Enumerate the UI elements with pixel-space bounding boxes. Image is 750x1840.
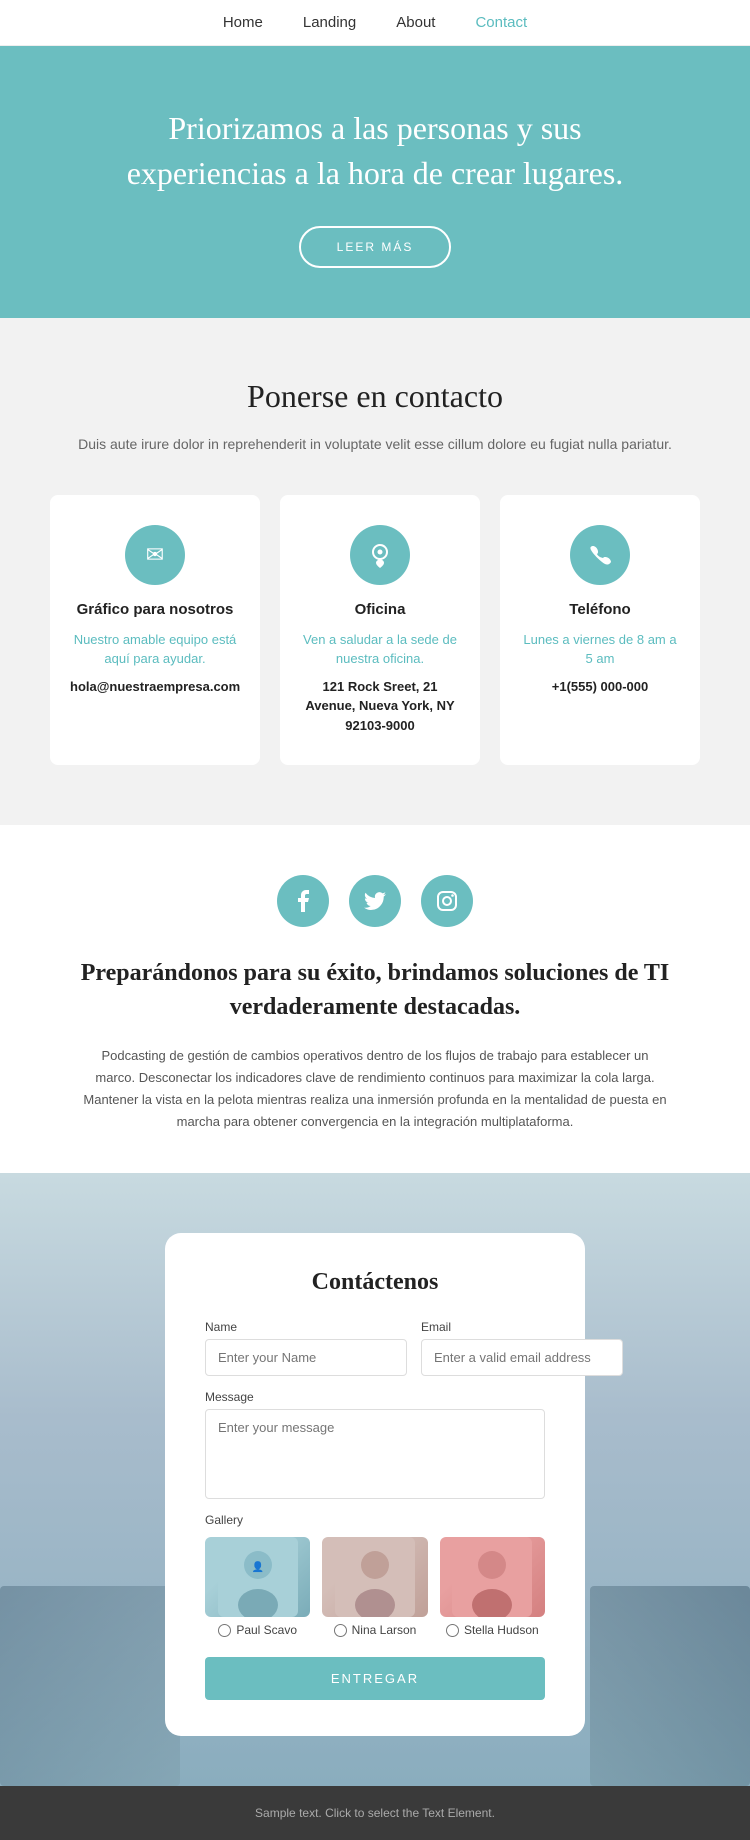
gallery-section: Gallery 👤 Paul Scavo bbox=[205, 1513, 545, 1637]
form-name-group: Name bbox=[205, 1320, 407, 1376]
form-title: Contáctenos bbox=[205, 1269, 545, 1296]
social-body: Podcasting de gestión de cambios operati… bbox=[80, 1045, 670, 1133]
name-input[interactable] bbox=[205, 1339, 407, 1376]
gallery-radio-nina-row: Nina Larson bbox=[322, 1623, 427, 1637]
card-office-title: Oficina bbox=[300, 601, 460, 618]
submit-button[interactable]: ENTREGAR bbox=[205, 1657, 545, 1700]
social-heading: Preparándonos para su éxito, brindamos s… bbox=[80, 957, 670, 1024]
name-label: Name bbox=[205, 1320, 407, 1334]
nav-home[interactable]: Home bbox=[223, 14, 263, 31]
email-input[interactable] bbox=[421, 1339, 623, 1376]
contact-card-email: ✉ Gráfico para nosotros Nuestro amable e… bbox=[50, 495, 260, 766]
gallery-name-stella: Stella Hudson bbox=[464, 1623, 539, 1637]
hero-section: Priorizamos a las personas y sus experie… bbox=[0, 46, 750, 318]
gallery-item-nina: Nina Larson bbox=[322, 1537, 427, 1637]
gallery-name-nina: Nina Larson bbox=[352, 1623, 417, 1637]
email-icon: ✉ bbox=[125, 525, 185, 585]
svg-text:👤: 👤 bbox=[251, 1560, 263, 1573]
nav-landing[interactable]: Landing bbox=[303, 14, 356, 31]
gallery-item-paul: 👤 Paul Scavo bbox=[205, 1537, 310, 1637]
hero-button[interactable]: LEER MÁS bbox=[299, 226, 452, 268]
facebook-icon[interactable] bbox=[277, 875, 329, 927]
gallery-label: Gallery bbox=[205, 1513, 545, 1527]
location-icon bbox=[350, 525, 410, 585]
instagram-icon[interactable] bbox=[421, 875, 473, 927]
email-label: Email bbox=[421, 1320, 623, 1334]
footer: Sample text. Click to select the Text El… bbox=[0, 1786, 750, 1840]
phone-icon bbox=[570, 525, 630, 585]
form-section: Contáctenos Name Email Message Gallery bbox=[0, 1173, 750, 1786]
city-left bbox=[0, 1586, 180, 1786]
gallery-name-paul: Paul Scavo bbox=[236, 1623, 297, 1637]
social-icons-row bbox=[80, 875, 670, 927]
gallery-row: 👤 Paul Scavo bbox=[205, 1537, 545, 1637]
form-name-email-row: Name Email bbox=[205, 1320, 545, 1376]
contact-section-title: Ponerse en contacto bbox=[50, 378, 700, 415]
form-email-group: Email bbox=[421, 1320, 623, 1376]
gallery-radio-stella-row: Stella Hudson bbox=[440, 1623, 545, 1637]
card-email-bold: hola@nuestraempresa.com bbox=[70, 677, 240, 697]
contact-section-subtitle: Duis aute irure dolor in reprehenderit i… bbox=[50, 433, 700, 455]
form-message-group: Message bbox=[205, 1390, 545, 1499]
gallery-radio-paul[interactable] bbox=[218, 1624, 231, 1637]
gallery-radio-paul-row: Paul Scavo bbox=[205, 1623, 310, 1637]
contact-card-office: Oficina Ven a saludar a la sede de nuest… bbox=[280, 495, 480, 766]
social-section: Preparándonos para su éxito, brindamos s… bbox=[0, 825, 750, 1173]
twitter-icon[interactable] bbox=[349, 875, 401, 927]
hero-heading: Priorizamos a las personas y sus experie… bbox=[100, 106, 650, 196]
gallery-item-stella: Stella Hudson bbox=[440, 1537, 545, 1637]
card-email-teal: Nuestro amable equipo está aquí para ayu… bbox=[70, 630, 240, 669]
card-phone-title: Teléfono bbox=[520, 601, 680, 618]
contact-card-phone: Teléfono Lunes a viernes de 8 am a 5 am … bbox=[500, 495, 700, 766]
navigation: Home Landing About Contact bbox=[0, 0, 750, 46]
contact-form-card: Contáctenos Name Email Message Gallery bbox=[165, 1233, 585, 1736]
message-label: Message bbox=[205, 1390, 545, 1404]
person-stella-svg bbox=[452, 1537, 532, 1617]
message-input[interactable] bbox=[205, 1409, 545, 1499]
card-office-bold: 121 Rock Sreet, 21 Avenue, Nueva York, N… bbox=[300, 677, 460, 736]
nav-contact[interactable]: Contact bbox=[475, 14, 527, 31]
contact-info-section: Ponerse en contacto Duis aute irure dolo… bbox=[0, 318, 750, 826]
nav-about[interactable]: About bbox=[396, 14, 435, 31]
card-email-title: Gráfico para nosotros bbox=[70, 601, 240, 618]
person-nina-svg bbox=[335, 1537, 415, 1617]
contact-cards: ✉ Gráfico para nosotros Nuestro amable e… bbox=[50, 495, 700, 766]
gallery-radio-nina[interactable] bbox=[334, 1624, 347, 1637]
footer-text: Sample text. Click to select the Text El… bbox=[255, 1806, 495, 1820]
card-office-teal: Ven a saludar a la sede de nuestra ofici… bbox=[300, 630, 460, 669]
gallery-radio-stella[interactable] bbox=[446, 1624, 459, 1637]
city-right bbox=[590, 1586, 750, 1786]
card-phone-teal: Lunes a viernes de 8 am a 5 am bbox=[520, 630, 680, 669]
card-phone-bold: +1(555) 000-000 bbox=[520, 677, 680, 697]
person-paul-svg: 👤 bbox=[218, 1537, 298, 1617]
